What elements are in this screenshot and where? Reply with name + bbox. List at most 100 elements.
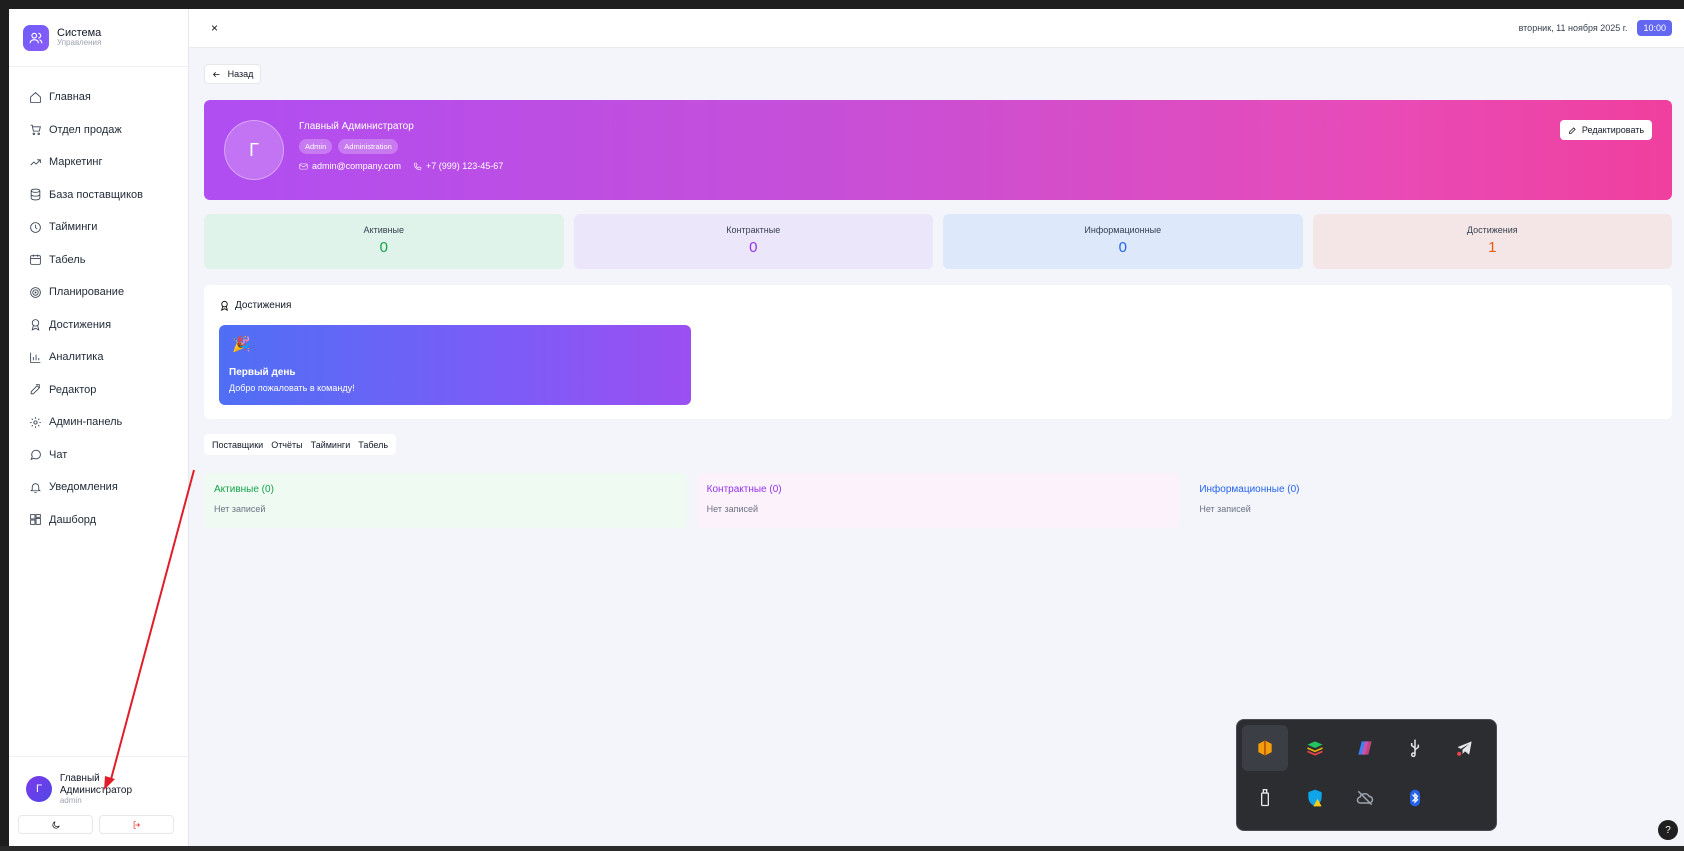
group-contract: Контрактные (0) Нет записей: [696, 473, 1180, 528]
stat-label: Контрактные: [726, 225, 781, 235]
usb-icon[interactable]: [1392, 725, 1438, 771]
moon-icon: [51, 821, 60, 829]
help-button[interactable]: ?: [1658, 820, 1678, 840]
os-left-strip: [0, 0, 9, 851]
target-icon: [30, 286, 41, 298]
sidebar-item-sales[interactable]: Отдел продаж: [9, 114, 188, 147]
sidebar-item-achievements[interactable]: Достижения: [9, 309, 188, 342]
edit-label: Редактировать: [1581, 125, 1645, 135]
sidebar-item-chat[interactable]: Чат: [9, 439, 188, 472]
calendar-icon: [30, 254, 41, 266]
group-info: Информационные (0) Нет записей: [1189, 473, 1673, 528]
os-bottom-strip: [0, 846, 1684, 851]
theme-toggle-button[interactable]: [18, 815, 93, 835]
usb-drive-icon[interactable]: [1242, 775, 1288, 821]
sidebar-item-label: Редактор: [49, 383, 97, 396]
logout-button[interactable]: [99, 815, 174, 835]
brand[interactable]: Система Управления: [9, 9, 188, 67]
clock-icon: [30, 221, 41, 233]
phone-text: +7 (999) 123-45-67: [426, 161, 504, 171]
profile-phone[interactable]: +7 (999) 123-45-67: [413, 161, 503, 171]
tab-suppliers[interactable]: Поставщики: [208, 440, 267, 450]
edit-icon: [1569, 126, 1576, 134]
supplier-groups: Активные (0) Нет записей Контрактные (0)…: [204, 473, 1673, 528]
profile-email[interactable]: admin@company.com: [299, 161, 401, 171]
trend-icon: [30, 159, 41, 166]
tray-overflow-popup: [1236, 719, 1497, 831]
stats-row: Активные 0 Контрактные 0 Информационные …: [204, 214, 1672, 269]
tab-reports[interactable]: Отчёты: [267, 440, 306, 450]
achievement-card[interactable]: 🎉 Первый день Добро пожаловать в команду…: [219, 325, 691, 405]
stat-value: 0: [749, 239, 758, 256]
sidebar-item-label: Админ-панель: [49, 416, 123, 429]
time-badge: 10:00: [1637, 20, 1672, 36]
stat-card-contract: Контрактные 0: [573, 214, 933, 269]
bell-icon: [30, 483, 41, 493]
edit-icon: [30, 384, 40, 395]
sidebar-item-suppliers[interactable]: База поставщиков: [9, 179, 188, 212]
brand-subtitle: Управления: [57, 38, 102, 48]
chat-icon: [30, 450, 41, 461]
sidebar-item-label: Маркетинг: [49, 156, 103, 169]
stat-card-achievements: Достижения 1: [1312, 214, 1672, 269]
bluetooth-icon[interactable]: [1392, 775, 1438, 821]
award-icon: [31, 319, 40, 331]
party-popper-icon: 🎉: [232, 336, 251, 353]
stat-label: Достижения: [1466, 225, 1518, 235]
group-empty-text: Нет записей: [214, 504, 266, 514]
sidebar: Система Управления Главная Отдел продаж …: [9, 9, 189, 846]
group-empty-text: Нет записей: [706, 504, 759, 514]
sidebar-item-notifications[interactable]: Уведомления: [9, 471, 188, 504]
achievements-title: Достижения: [235, 300, 292, 311]
database-icon: [30, 188, 41, 201]
achievement-description: Добро пожаловать в команду!: [229, 383, 355, 393]
sidebar-item-admin[interactable]: Админ-панель: [9, 406, 188, 439]
close-icon[interactable]: ×: [211, 21, 218, 35]
orange-app-icon[interactable]: [1242, 725, 1288, 771]
cloud-off-icon[interactable]: [1342, 775, 1388, 821]
group-title: Активные (0): [214, 484, 274, 495]
mail-icon: [299, 163, 308, 169]
defender-warning-icon[interactable]: [1292, 775, 1338, 821]
stat-value: 1: [1488, 239, 1497, 256]
sidebar-item-home[interactable]: Главная: [9, 81, 188, 114]
gear-icon: [30, 416, 41, 428]
sidebar-item-label: Планирование: [49, 286, 125, 299]
copilot-icon[interactable]: [1342, 725, 1388, 771]
back-label: Назад: [227, 69, 254, 79]
sidebar-item-dashboard[interactable]: Дашборд: [9, 504, 188, 537]
sidebar-item-label: Отдел продаж: [49, 123, 122, 136]
department-tag: Administration: [338, 139, 398, 154]
sidebar-item-timesheet[interactable]: Табель: [9, 244, 188, 277]
sidebar-item-label: Аналитика: [49, 351, 104, 364]
sidebar-item-label: Главная: [49, 91, 91, 104]
tabs: Поставщики Отчёты Тайминги Табель: [204, 434, 397, 455]
edit-profile-button[interactable]: Редактировать: [1560, 120, 1652, 140]
sidebar-item-editor[interactable]: Редактор: [9, 374, 188, 407]
group-title: Информационные (0): [1199, 484, 1300, 495]
current-date: вторник, 11 ноября 2025 г.: [1518, 23, 1628, 33]
sidebar-item-analytics[interactable]: Аналитика: [9, 341, 188, 374]
user-profile[interactable]: Г Главный Администратор admin: [26, 773, 174, 805]
sidebar-item-label: Тайминги: [49, 221, 98, 234]
profile-header: Г Главный Администратор Admin Administra…: [204, 100, 1672, 200]
sidebar-item-label: Достижения: [49, 318, 112, 331]
sidebar-item-label: Табель: [49, 253, 86, 266]
sidebar-item-timings[interactable]: Тайминги: [9, 211, 188, 244]
sidebar-item-label: База поставщиков: [49, 188, 143, 201]
profile-avatar: Г: [224, 120, 284, 180]
tab-timings[interactable]: Тайминги: [307, 440, 355, 450]
home-icon: [30, 91, 41, 103]
bluestacks-icon[interactable]: [1292, 725, 1338, 771]
telegram-icon[interactable]: [1442, 725, 1488, 771]
sidebar-item-marketing[interactable]: Маркетинг: [9, 146, 188, 179]
back-button[interactable]: Назад: [204, 64, 261, 84]
tab-timesheet[interactable]: Табель: [354, 440, 392, 450]
topbar: × вторник, 11 ноября 2025 г. 10:00: [189, 9, 1684, 48]
user-role: admin: [59, 796, 82, 805]
stat-card-info: Информационные 0: [943, 214, 1303, 269]
stat-label: Активные: [363, 225, 404, 235]
chart-icon: [30, 352, 41, 363]
stat-label: Информационные: [1084, 225, 1162, 235]
sidebar-item-planning[interactable]: Планирование: [9, 276, 188, 309]
